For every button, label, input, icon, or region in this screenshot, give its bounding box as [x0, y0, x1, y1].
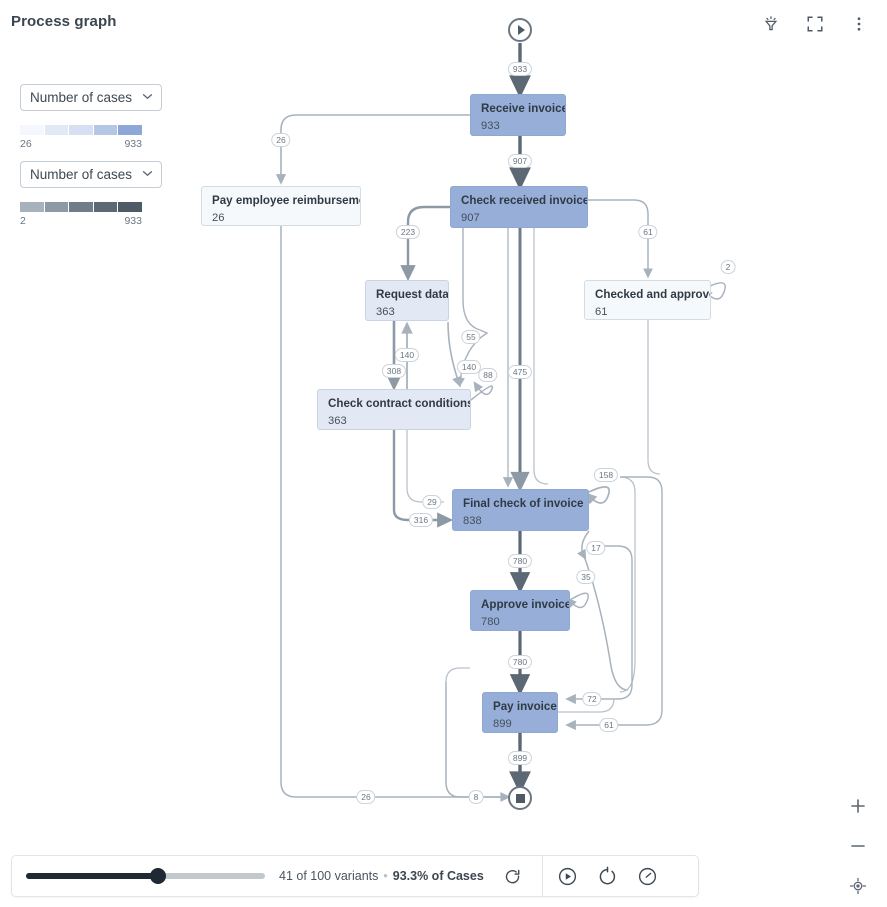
node-label: Check received invoice: [461, 194, 588, 207]
edge-label[interactable]: 26: [356, 790, 376, 804]
start-node[interactable]: [508, 18, 532, 42]
toolbar-divider: [541, 856, 543, 896]
edge-label[interactable]: 223: [395, 225, 421, 239]
process-graph-canvas[interactable]: Receive invoice 933 Pay employee reimburse…: [0, 0, 887, 840]
edge-label[interactable]: 933: [507, 62, 533, 76]
node-label: Check contract conditions: [328, 397, 471, 410]
graph-toolbar: 41 of 100 variants • 93.3% of Cases: [11, 855, 699, 897]
process-node[interactable]: Pay employee reimbursement 26: [201, 186, 361, 226]
slider-fill: [26, 873, 158, 879]
zoom-out-button[interactable]: [847, 835, 869, 857]
variants-status: 41 of 100 variants • 93.3% of Cases: [279, 869, 484, 883]
end-node[interactable]: [508, 786, 532, 810]
edge-label[interactable]: 8: [468, 790, 484, 804]
edge-label[interactable]: 88: [478, 368, 498, 382]
process-node[interactable]: Request data 363: [365, 280, 449, 321]
zoom-in-button[interactable]: [847, 795, 869, 817]
variants-slider[interactable]: [26, 866, 265, 886]
node-value: 933: [481, 120, 500, 132]
edge-label[interactable]: 899: [507, 751, 533, 765]
node-label: Pay invoice: [493, 700, 557, 713]
status-separator: •: [383, 869, 388, 883]
node-value: 838: [463, 515, 482, 527]
edge-label[interactable]: 780: [507, 655, 533, 669]
play-circle-icon[interactable]: [553, 861, 583, 891]
node-value: 61: [595, 306, 608, 318]
node-label: Checked and approved: [595, 288, 711, 301]
refresh-icon[interactable]: [498, 861, 528, 891]
performance-icon[interactable]: [633, 861, 663, 891]
edge-label[interactable]: 61: [638, 225, 658, 239]
process-node[interactable]: Check contract conditions 363: [317, 389, 471, 430]
edge-label[interactable]: 17: [586, 541, 606, 555]
node-label: Final check of invoice: [463, 497, 584, 510]
edge-label[interactable]: 61: [599, 718, 619, 732]
recenter-button[interactable]: [847, 875, 869, 897]
cases-percent: 93.3% of Cases: [392, 869, 484, 883]
toolbar-actions: [553, 861, 663, 891]
play-icon: [517, 25, 525, 35]
edge-label[interactable]: 158: [593, 468, 619, 482]
stop-icon: [515, 793, 525, 803]
zoom-controls: [847, 795, 869, 897]
variants-count: 41 of 100 variants: [279, 869, 379, 883]
node-value: 899: [493, 718, 512, 730]
process-node[interactable]: Pay invoice 899: [482, 692, 558, 733]
node-value: 363: [376, 306, 395, 318]
edge-label[interactable]: 907: [507, 154, 533, 168]
edge-label[interactable]: 72: [582, 692, 602, 706]
slider-knob[interactable]: [150, 868, 166, 884]
edge-label[interactable]: 780: [507, 554, 533, 568]
edge-label[interactable]: 55: [461, 330, 481, 344]
node-value: 907: [461, 212, 480, 224]
node-value: 780: [481, 616, 500, 628]
node-value: 363: [328, 415, 347, 427]
edge-label[interactable]: 26: [271, 133, 291, 147]
node-label: Approve invoice: [481, 598, 570, 611]
process-node[interactable]: Final check of invoice 838: [452, 489, 589, 531]
node-value: 26: [212, 212, 225, 224]
edge-label[interactable]: 140: [394, 348, 420, 362]
edge-label[interactable]: 29: [422, 495, 442, 509]
edge-label[interactable]: 2: [720, 260, 736, 274]
edge-label[interactable]: 475: [507, 365, 533, 379]
edge-label[interactable]: 35: [576, 570, 596, 584]
edge-label[interactable]: 316: [408, 513, 434, 527]
process-node[interactable]: Receive invoice 933: [470, 94, 566, 136]
process-node[interactable]: Check received invoice 907: [450, 186, 588, 228]
edge-label[interactable]: 308: [381, 364, 407, 378]
node-label: Request data: [376, 288, 449, 301]
rotate-icon[interactable]: [593, 861, 623, 891]
edge-label[interactable]: 140: [456, 360, 482, 374]
process-node[interactable]: Checked and approved 61: [584, 280, 711, 320]
node-label: Receive invoice: [481, 102, 566, 115]
process-node[interactable]: Approve invoice 780: [470, 590, 570, 631]
node-label: Pay employee reimbursement: [212, 194, 361, 207]
